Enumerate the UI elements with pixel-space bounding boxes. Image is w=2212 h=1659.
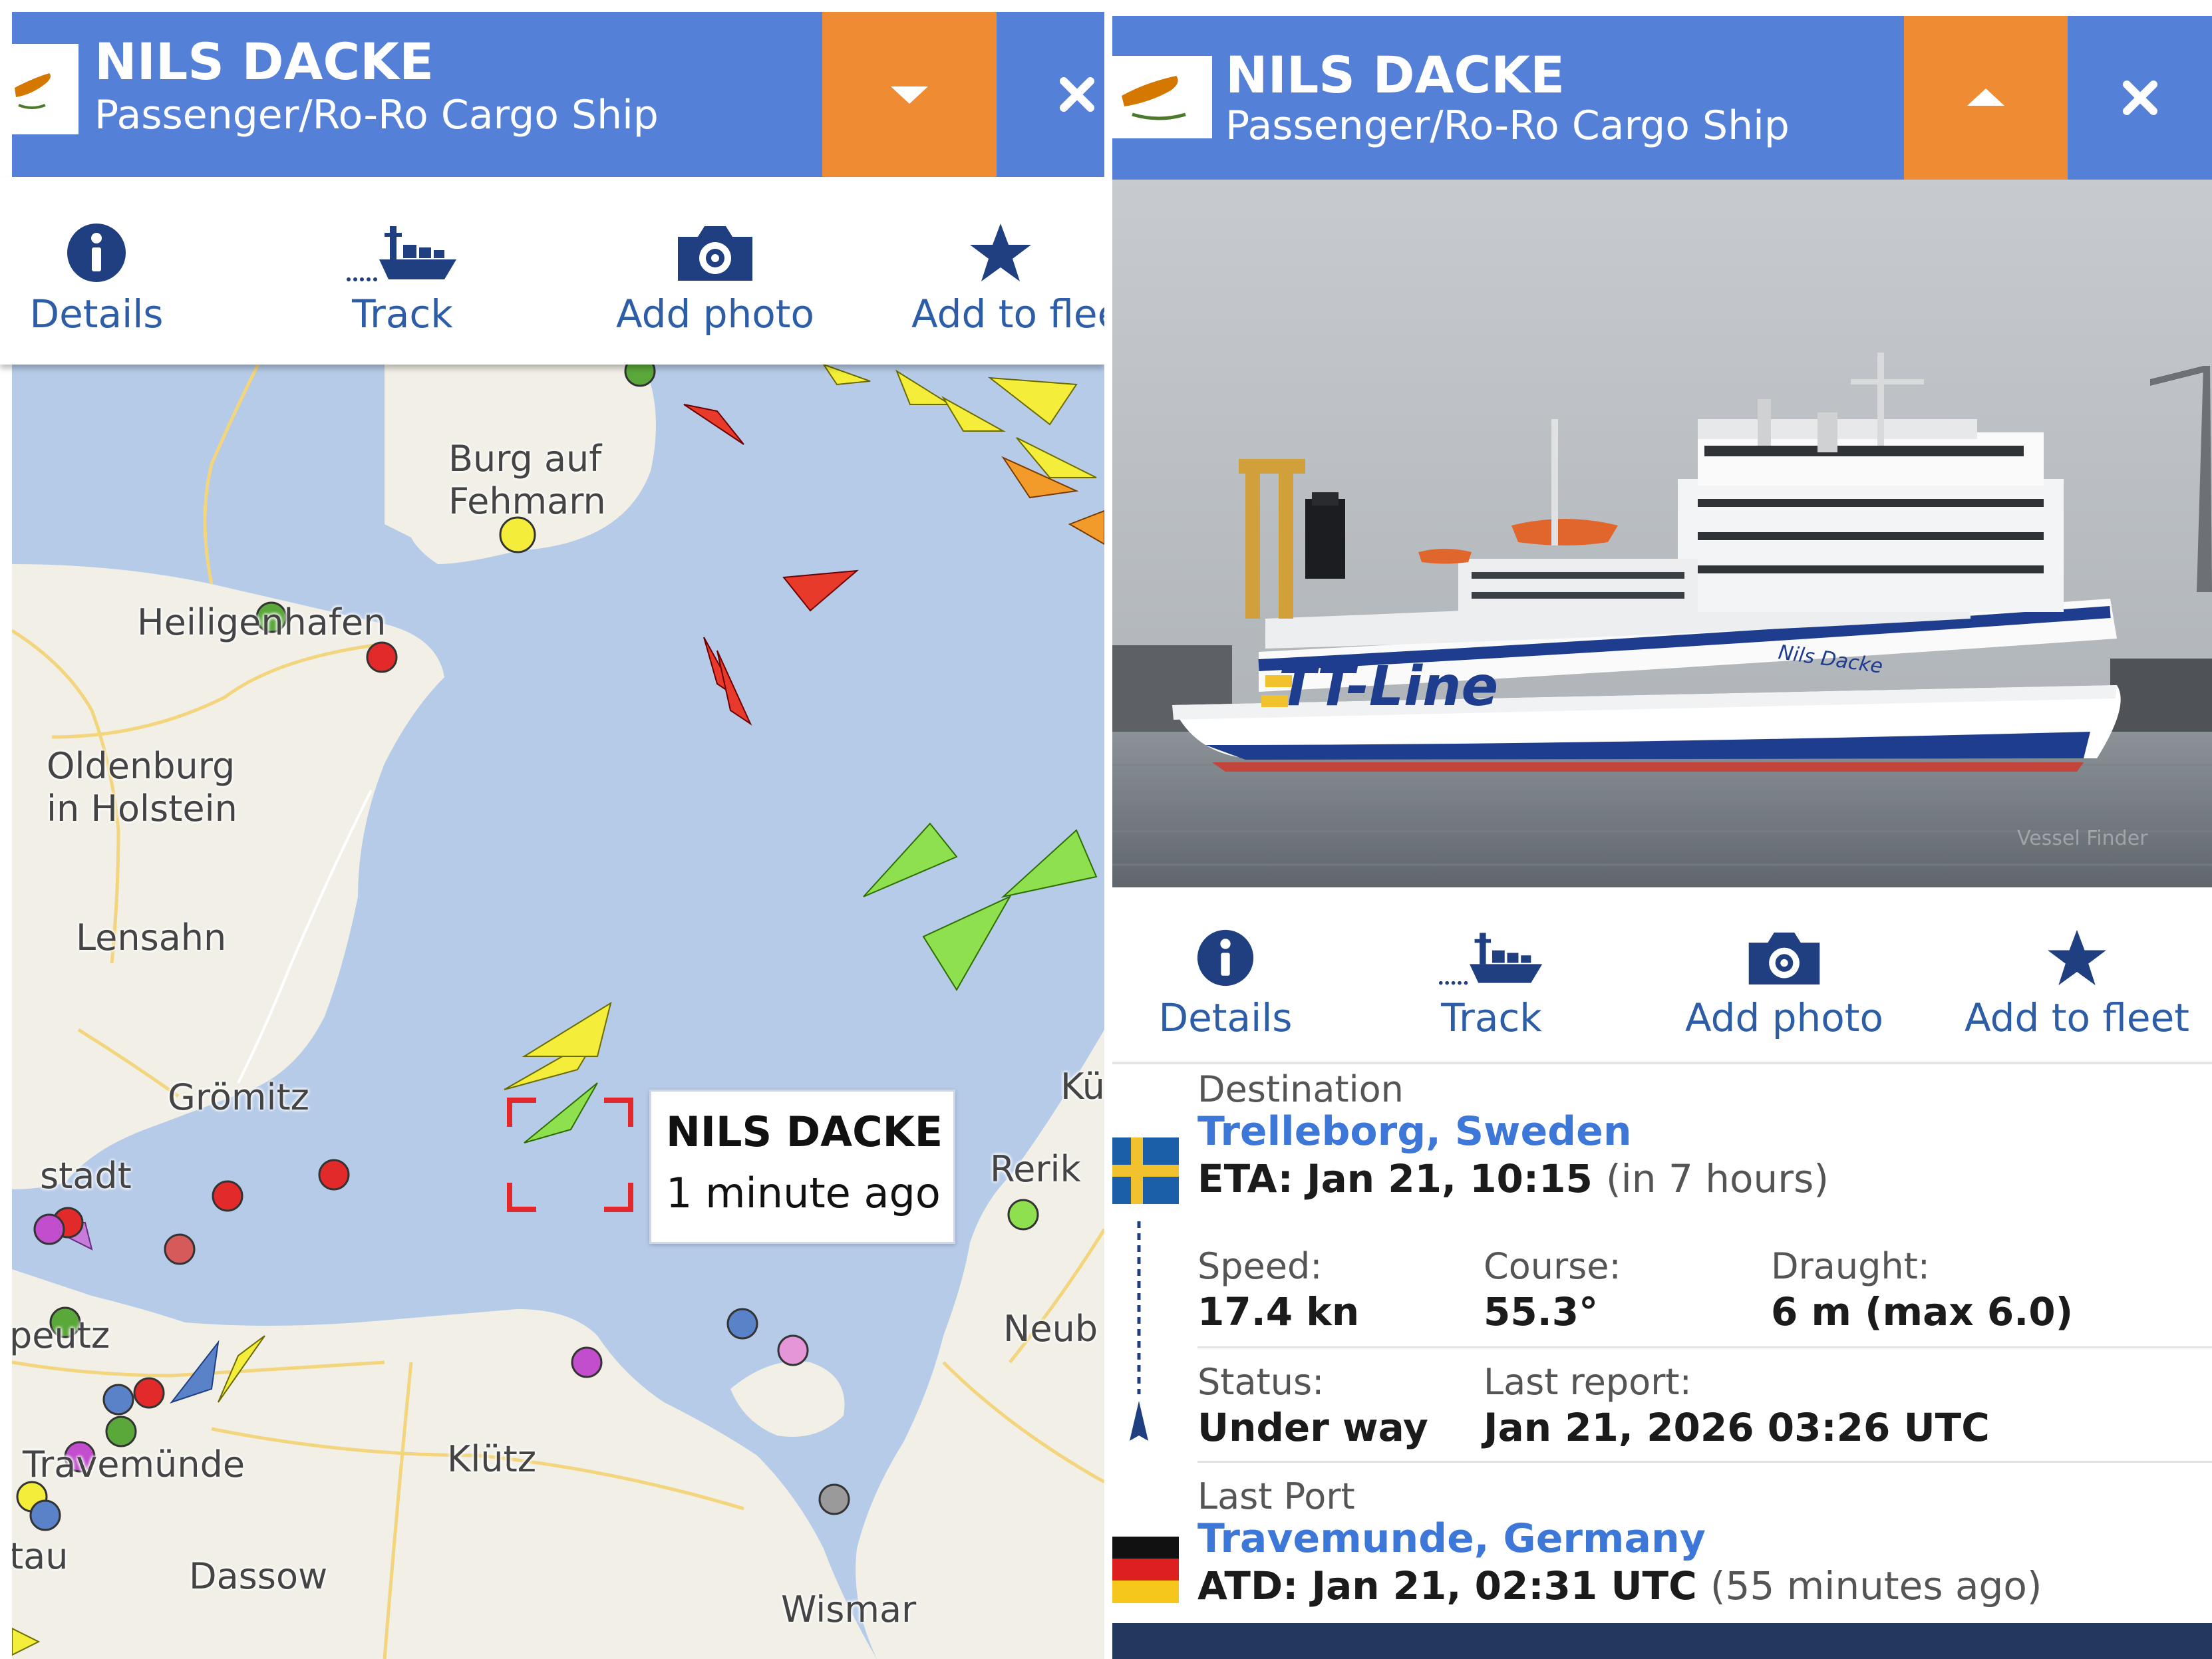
map-label-fehmarn: Fehmarn	[448, 480, 606, 522]
vessel-actions-bar: Details Track Add photo	[1112, 887, 2212, 1064]
vessel-photo[interactable]: TT-Line Nils Dacke Vessel Finder	[1112, 180, 2212, 887]
vessel-actions-bar: Details Track Add photo	[0, 177, 1104, 365]
map-label-burg: Burg auf	[448, 438, 602, 480]
draught-label: Draught:	[1771, 1245, 1930, 1287]
last-port-label: Last Port	[1197, 1475, 1355, 1517]
photo-watermark: Vessel Finder	[2017, 827, 2148, 850]
map-label-lensahn: Lensahn	[76, 917, 227, 959]
add-photo-label: Add photo	[615, 291, 814, 337]
vessel-header: NILS DACKE Passenger/Ro-Ro Cargo Ship	[1112, 16, 2212, 180]
ship-track-icon	[347, 226, 456, 281]
eta-value: Jan 21, 10:15	[1307, 1156, 1593, 1201]
details-button[interactable]: Details	[1112, 887, 1339, 1062]
vessel-type: Passenger/Ro-Ro Cargo Ship	[94, 92, 659, 138]
sweden-flag-icon	[1112, 1137, 1179, 1204]
course-label: Course:	[1484, 1245, 1621, 1287]
star-icon	[2048, 929, 2106, 986]
star-icon	[970, 224, 1031, 281]
popup-vessel-name: NILS DACKE	[666, 1108, 943, 1156]
map-label-neustadt: stadt	[40, 1155, 132, 1197]
ship-photo-image: TT-Line Nils Dacke Vessel Finder	[1112, 180, 2212, 887]
map-label-in-holstein: in Holstein	[47, 788, 237, 830]
row-divider	[1197, 1346, 2212, 1348]
close-button[interactable]	[1050, 12, 1104, 177]
map-label-travemunde: Travemünde	[23, 1443, 245, 1485]
details-view-panel: NILS DACKE Passenger/Ro-Ro Cargo Ship TT…	[1112, 0, 2212, 1659]
last-report-value: Jan 21, 2026 03:26 UTC	[1484, 1405, 1990, 1450]
map-area[interactable]: Burg auf Fehmarn Heiligenhafen Oldenburg…	[12, 365, 1104, 1659]
details-label: Details	[1158, 995, 1293, 1040]
map-label-neub: Neub	[1003, 1308, 1098, 1350]
map-label-peutz: peutz	[12, 1314, 110, 1356]
eta-relative: (in 7 hours)	[1606, 1156, 1829, 1201]
map-label-rerik: Rerik	[990, 1148, 1081, 1190]
camera-icon	[678, 226, 752, 281]
details-label: Details	[29, 291, 164, 337]
destination-label: Destination	[1197, 1068, 1404, 1110]
close-button[interactable]	[2068, 16, 2212, 180]
collapse-toggle-button[interactable]	[822, 12, 997, 177]
speed-label: Speed:	[1197, 1245, 1323, 1287]
status-value: Under way	[1197, 1405, 1428, 1450]
add-to-fleet-label: Add to flee	[911, 291, 1104, 337]
status-label: Status:	[1197, 1361, 1325, 1403]
destination-link[interactable]: Trelleborg, Sweden	[1197, 1108, 1632, 1155]
vessel-header: NILS DACKE Passenger/Ro-Ro Cargo Ship	[12, 12, 1104, 177]
add-to-fleet-button[interactable]: Add to fleet	[1944, 887, 2210, 1062]
track-button[interactable]: Track	[279, 177, 526, 365]
speed-value: 17.4 kn	[1197, 1289, 1360, 1334]
camera-icon	[1748, 932, 1820, 984]
ship-track-icon	[1438, 933, 1543, 985]
course-value: 55.3°	[1484, 1289, 1599, 1334]
map-label-heiligenhafen: Heiligenhafen	[137, 601, 387, 643]
port-calls-section-header[interactable]	[1112, 1623, 2212, 1659]
map-label-ku: Kü	[1060, 1066, 1104, 1108]
tt-line-logo: TT-Line	[1279, 655, 1498, 718]
map-label-gromitz: Grömitz	[168, 1076, 310, 1118]
atd-label: ATD:	[1197, 1563, 1299, 1608]
info-icon	[67, 224, 126, 282]
add-photo-button[interactable]: Add photo	[592, 177, 838, 365]
track-label: Track	[1441, 995, 1542, 1040]
expand-toggle-button[interactable]	[1904, 16, 2068, 180]
map-label-klutz: Klütz	[447, 1438, 537, 1480]
add-to-fleet-button[interactable]: Add to flee	[891, 177, 1104, 365]
vessel-map-popup[interactable]: NILS DACKE 1 minute ago	[649, 1090, 955, 1244]
close-icon	[1060, 77, 1094, 112]
info-icon	[1197, 929, 1254, 986]
map-view-panel: NILS DACKE Passenger/Ro-Ro Cargo Ship De…	[0, 0, 1104, 1659]
atd-relative: (55 minutes ago)	[1710, 1563, 2042, 1608]
row-divider	[1197, 1461, 2212, 1463]
atd-line: ATD: Jan 21, 02:31 UTC (55 minutes ago)	[1197, 1563, 2042, 1608]
last-port-link[interactable]: Travemunde, Germany	[1197, 1515, 1706, 1562]
map-label-wismar: Wismar	[781, 1588, 917, 1630]
cyprus-flag-icon	[1112, 56, 1212, 138]
map-label-dassow: Dassow	[189, 1555, 328, 1597]
voyage-info: Destination Trelleborg, Sweden ETA: Jan …	[1112, 1064, 2212, 1659]
eta-label: ETA:	[1197, 1156, 1293, 1201]
map-label-oldenburg: Oldenburg	[47, 745, 236, 787]
chevron-down-icon	[891, 86, 928, 104]
atd-value: Jan 21, 02:31 UTC	[1311, 1563, 1697, 1608]
vessel-type: Passenger/Ro-Ro Cargo Ship	[1225, 102, 1790, 149]
vessel-name: NILS DACKE	[1225, 45, 1565, 104]
add-photo-button[interactable]: Add photo	[1658, 887, 1911, 1062]
vessel-name: NILS DACKE	[94, 32, 434, 91]
add-to-fleet-label: Add to fleet	[1964, 995, 2190, 1040]
popup-last-seen: 1 minute ago	[666, 1169, 941, 1217]
eta-line: ETA: Jan 21, 10:15 (in 7 hours)	[1197, 1156, 1829, 1201]
draught-value: 6 m (max 6.0)	[1771, 1289, 2074, 1334]
track-button[interactable]: Track	[1378, 887, 1605, 1062]
map-label-tau: tau	[12, 1535, 69, 1577]
cyprus-flag-icon	[12, 44, 79, 134]
route-line-icon	[1130, 1221, 1148, 1441]
track-label: Track	[352, 291, 453, 337]
close-icon	[2122, 80, 2157, 115]
details-button[interactable]: Details	[0, 177, 193, 365]
add-photo-label: Add photo	[1684, 995, 1883, 1040]
chevron-up-icon	[1967, 88, 2004, 106]
germany-flag-icon	[1112, 1537, 1179, 1603]
last-report-label: Last report:	[1484, 1361, 1692, 1403]
